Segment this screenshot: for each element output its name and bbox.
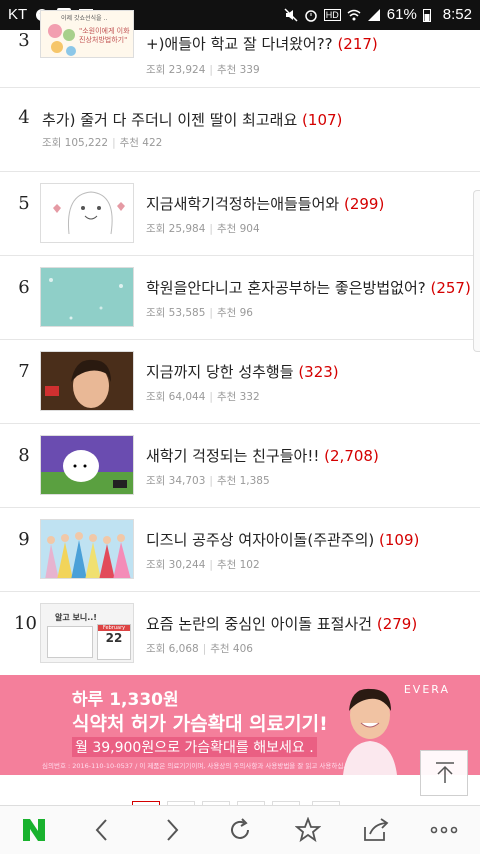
browser-toolbar: [0, 805, 480, 854]
list-item[interactable]: 9 디즈니 공주상 여자아이돌(주관주의) (109) 조회 30,244 | 추천…: [0, 507, 480, 592]
side-scroll-handle[interactable]: [473, 190, 480, 352]
thumbnail: [40, 519, 134, 579]
post-meta: 조회 25,984 | 추천 904: [146, 223, 260, 235]
post-meta: 조회 53,585 | 추천 96: [146, 307, 253, 319]
thumbnail-date: 22: [105, 631, 123, 645]
thumbnail-text: "소원이에게 이화진상처방법하기": [79, 27, 130, 44]
thumbnail: [40, 351, 134, 411]
share-icon[interactable]: [356, 814, 396, 846]
post-title[interactable]: 요즘 논란의 중심인 아이돌 표절사건 (279): [146, 613, 417, 634]
rank-number: 10: [14, 613, 37, 634]
post-title[interactable]: 새학기 걱정되는 친구들아!! (2,708): [146, 445, 379, 466]
comment-count: (107): [302, 111, 343, 129]
thumbnail: [40, 267, 134, 327]
post-meta: 조회 34,703 | 추천 1,385: [146, 475, 270, 487]
bookmark-star-icon[interactable]: [288, 814, 328, 846]
thumbnail: 이제 갓쇼선식을 .. "소원이에게 이화진상처방법하기": [40, 10, 134, 58]
comment-count: (323): [298, 363, 339, 381]
list-item[interactable]: 3 이제 갓쇼선식을 .. "소원이에게 이화진상처방법하기" +)애들아 학교…: [0, 10, 480, 88]
comment-count: (109): [379, 531, 420, 549]
ad-banner[interactable]: 하루 1,330원 식약처 허가 가슴확대 의료기기! 월 39,900원으로 …: [0, 675, 480, 775]
rank-number: 8: [18, 445, 30, 466]
comment-count: (279): [376, 615, 418, 633]
forward-icon[interactable]: [152, 814, 192, 846]
rank-number: 5: [18, 193, 30, 214]
post-title[interactable]: 지금까지 당한 성추행들 (323): [146, 361, 339, 382]
thumbnail: 알고 보니..! February 22: [40, 603, 134, 663]
post-title[interactable]: +)애들아 학교 잘 다녀왔어?? (217): [146, 33, 378, 54]
rank-number: 6: [18, 277, 30, 298]
ad-disclaimer: 심의번호 : 2016-110-10-0537 / 이 제품은 의료기기이며, …: [42, 762, 358, 770]
more-icon[interactable]: [424, 814, 464, 846]
scroll-to-top-button[interactable]: [420, 750, 468, 796]
comment-count: (217): [337, 35, 378, 53]
list-item[interactable]: 6 학원을안다니고 혼자공부하는 좋은방법없어? (257) 조회 53,585…: [0, 255, 480, 340]
post-meta: 조회 30,244 | 추천 102: [146, 559, 260, 571]
list-item[interactable]: 10 알고 보니..! February 22 요즘 논란의 중심인 아이돌 표…: [0, 591, 480, 676]
ad-headline: 하루 1,330원: [72, 690, 179, 710]
arrow-up-icon: [433, 761, 457, 789]
comment-count: (257): [430, 279, 471, 297]
rank-number: 3: [18, 30, 30, 51]
comment-count: (299): [343, 195, 385, 213]
post-title[interactable]: 추가) 줄거 다 주더니 이젠 딸이 최고래요 (107): [42, 109, 342, 130]
reload-icon[interactable]: [220, 814, 260, 846]
post-title[interactable]: 학원을안다니고 혼자공부하는 좋은방법없어? (257): [146, 277, 471, 298]
list-item[interactable]: 4 추가) 줄거 다 주더니 이젠 딸이 최고래요 (107) 조회 105,2…: [0, 87, 480, 172]
post-meta: 조회 105,222 | 추천 422: [42, 137, 163, 149]
ad-offer: 월 39,900원으로 가슴확대를 해보세요 .: [72, 737, 317, 757]
post-meta: 조회 6,068 | 추천 406: [146, 643, 253, 655]
thumbnail: [40, 435, 134, 495]
naver-icon[interactable]: [14, 814, 54, 846]
rank-number: 4: [18, 107, 30, 128]
comment-count: (2,708): [324, 447, 379, 465]
back-icon[interactable]: [82, 814, 122, 846]
rank-number: 7: [18, 361, 30, 382]
post-title[interactable]: 지금새학기걱정하는애들들어와 (299): [146, 193, 384, 214]
post-meta: 조회 23,924 | 추천 339: [146, 64, 260, 76]
post-meta: 조회 64,044 | 추천 332: [146, 391, 260, 403]
thumbnail: [40, 183, 134, 243]
list-item[interactable]: 5 지금새학기걱정하는애들들어와 (299) 조회 25,984 | 추천 904: [0, 171, 480, 256]
thumbnail-caption: 알고 보니..!: [55, 613, 97, 622]
list-item[interactable]: 8 새학기 걱정되는 친구들아!! (2,708) 조회 34,703 | 추천 1…: [0, 423, 480, 508]
list-item[interactable]: 7 지금까지 당한 성추행들 (323) 조회 64,044 | 추천 332: [0, 339, 480, 424]
post-title[interactable]: 디즈니 공주상 여자아이돌(주관주의) (109): [146, 529, 419, 550]
ad-model-image: [325, 683, 415, 775]
rank-number: 9: [18, 529, 30, 550]
ad-subheadline: 식약처 허가 가슴확대 의료기기!: [72, 713, 328, 735]
